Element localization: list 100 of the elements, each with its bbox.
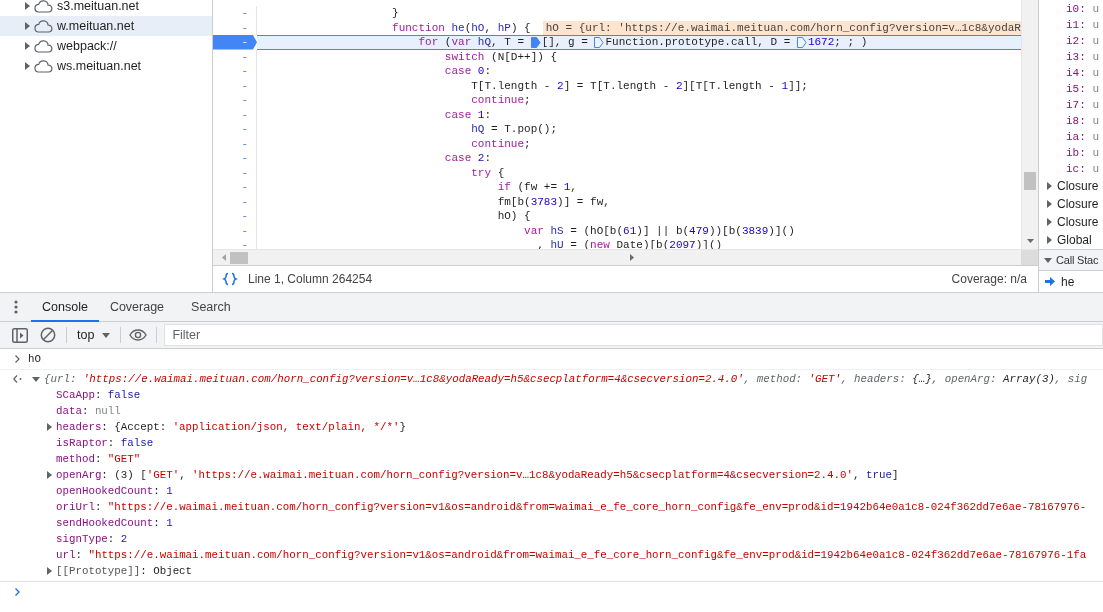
expand-triangle-icon[interactable] xyxy=(25,2,30,10)
expand-triangle-icon[interactable] xyxy=(25,22,30,30)
tree-item[interactable]: ws.meituan.net xyxy=(0,56,212,76)
coverage-status: Coverage: n/a xyxy=(951,272,1027,286)
line-number: - xyxy=(213,6,257,21)
call-frame[interactable]: he xyxy=(1061,274,1075,289)
prompt-icon xyxy=(15,355,20,363)
code-line: T[T.length - 2] = T[T.length - 2][T[T.length - 1]]; xyxy=(471,78,808,93)
line-number: - xyxy=(213,64,257,79)
line-number: - xyxy=(213,78,257,93)
expand-triangle-icon[interactable] xyxy=(25,42,30,50)
code-line: } xyxy=(392,6,399,21)
expand-triangle-icon[interactable] xyxy=(1047,218,1052,226)
scope-group-label[interactable]: Global xyxy=(1057,233,1092,247)
scroll-right-icon[interactable] xyxy=(629,254,634,261)
cloud-icon xyxy=(33,39,53,53)
scope-variable: ic: u xyxy=(1065,162,1100,177)
scrollbar-thumb[interactable] xyxy=(230,251,248,264)
tree-item-label: s3.meituan.net xyxy=(57,0,139,13)
scope-variable: i3: u xyxy=(1065,50,1100,65)
expand-triangle-icon[interactable] xyxy=(1047,236,1052,244)
code-line: case 2: xyxy=(444,151,492,166)
more-options-icon[interactable] xyxy=(13,300,18,314)
tab[interactable]: Console xyxy=(31,293,99,322)
context-dropdown[interactable]: top xyxy=(71,325,117,345)
scrollbar-corner xyxy=(1021,250,1038,266)
line-number: - xyxy=(213,165,257,180)
eye-icon[interactable] xyxy=(129,329,148,341)
scope-group-label[interactable]: Closure xyxy=(1057,215,1099,229)
scope-variable: i2: u xyxy=(1065,34,1100,49)
inline-breakpoint-icon[interactable] xyxy=(594,36,605,48)
pretty-print-icon[interactable] xyxy=(222,272,238,286)
line-number: - xyxy=(213,49,257,64)
code-text: [], g = xyxy=(541,35,589,50)
tree-item-label: w.meituan.net xyxy=(57,19,135,33)
tab[interactable]: Coverage xyxy=(98,293,176,322)
property-text: isRaptor: false xyxy=(56,437,154,449)
line-number: - xyxy=(213,107,257,122)
code-line: continue; xyxy=(471,93,531,108)
scrollbar-thumb[interactable] xyxy=(1024,172,1036,190)
scroll-down-icon[interactable] xyxy=(1026,239,1034,243)
inline-value-preview: hO = {url: 'https://e.waimai.meituan.com/horn_config?version=v…1c8&yodaR xyxy=(542,20,1021,35)
property-text: signType: 2 xyxy=(56,533,128,545)
code-line: continue; xyxy=(471,136,531,151)
tree-item[interactable]: s3.meituan.net xyxy=(0,0,212,16)
line-number: - xyxy=(213,136,257,151)
code-line: switch (N[D++]) { xyxy=(444,49,558,64)
scope-variable: ib: u xyxy=(1065,146,1100,161)
expand-triangle-icon[interactable] xyxy=(47,471,52,479)
collapse-triangle-icon[interactable] xyxy=(32,376,40,382)
expand-triangle-icon[interactable] xyxy=(25,62,30,70)
property-text: [[Prototype]]: Object xyxy=(56,565,193,577)
property-text: method: "GET" xyxy=(56,453,141,465)
cloud-icon xyxy=(33,0,53,13)
scope-variable: i0: u xyxy=(1065,2,1100,17)
inline-breakpoint-icon[interactable] xyxy=(796,36,807,48)
console-result-summary: {url: 'https://e.waimai.meituan.com/horn_config?version=v…1c8&yodaReady=h5&csecplatform=4&csecversion=2.4.0', method: 'GET', headers: {…}, openArg: Array(3), sig xyxy=(44,373,1088,385)
line-number: - xyxy=(213,223,257,238)
clear-icon[interactable] xyxy=(40,327,56,343)
line-number: - xyxy=(213,194,257,209)
code-text: for (var hQ, T = xyxy=(418,35,526,50)
arrow-icon xyxy=(1045,277,1055,286)
expand-triangle-icon[interactable] xyxy=(1047,182,1052,190)
code-text: function he(hO, hP) { xyxy=(392,20,531,35)
code-line: if (fw += 1, xyxy=(497,180,577,195)
cursor-position: Line 1, Column 264254 xyxy=(248,272,373,286)
line-number: - xyxy=(213,122,257,137)
code-line: try { xyxy=(471,165,505,180)
inline-breakpoint-icon[interactable] xyxy=(530,36,541,48)
tree-item[interactable]: w.meituan.net xyxy=(0,16,212,36)
scope-variable: ia: u xyxy=(1065,130,1100,145)
tree-item[interactable]: webpack:// xyxy=(0,36,212,56)
property-text: openHookedCount: 1 xyxy=(56,485,173,497)
line-number: - xyxy=(213,151,257,166)
horizontal-scrollbar[interactable] xyxy=(213,249,1038,265)
property-text: oriUrl: "https://e.waimai.meituan.com/horn_config?version=v1&os=android&from=waimai_e_fe_core_horn_config&fe_env=prod&id=1942b64e0a1c8-024f362dd7e6ae-78167976- xyxy=(56,501,1087,513)
property-text: url: "https://e.waimai.meituan.com/horn_config?version=v1&os=android&from=waimai_e_fe_core_horn_config&fe_env=prod&id=1942b64e0a1c8-024f362dd7e6ae-78167976-1fa xyxy=(56,549,1087,561)
collapse-triangle-icon[interactable] xyxy=(1044,257,1052,263)
scope-group-label[interactable]: Closure xyxy=(1057,179,1099,193)
code-line: fm[b(3783)] = fw, xyxy=(497,194,610,209)
vertical-scrollbar[interactable] xyxy=(1021,0,1038,249)
scope-group-label[interactable]: Closure xyxy=(1057,197,1099,211)
property-text: data: null xyxy=(56,405,121,417)
code-line: hQ = T.pop(); xyxy=(471,122,558,137)
prompt-icon[interactable] xyxy=(15,587,20,596)
property-text: SCaApp: false xyxy=(56,389,141,401)
code-line: case 1: xyxy=(444,107,492,122)
tree-item-label: ws.meituan.net xyxy=(57,59,142,73)
cloud-icon xyxy=(33,19,53,33)
tab[interactable]: Search xyxy=(180,293,242,322)
caret-icon xyxy=(102,332,111,338)
line-number: - xyxy=(213,209,257,224)
expand-triangle-icon[interactable] xyxy=(47,423,52,431)
scope-variable: i5: u xyxy=(1065,82,1100,97)
expand-triangle-icon[interactable] xyxy=(1047,200,1052,208)
filter-field[interactable]: Filter xyxy=(164,324,1103,346)
property-text: sendHookedCount: 1 xyxy=(56,517,173,529)
expand-triangle-icon[interactable] xyxy=(47,567,52,575)
sidebar-toggle-icon[interactable] xyxy=(12,327,28,343)
scope-variable: i4: u xyxy=(1065,66,1100,81)
